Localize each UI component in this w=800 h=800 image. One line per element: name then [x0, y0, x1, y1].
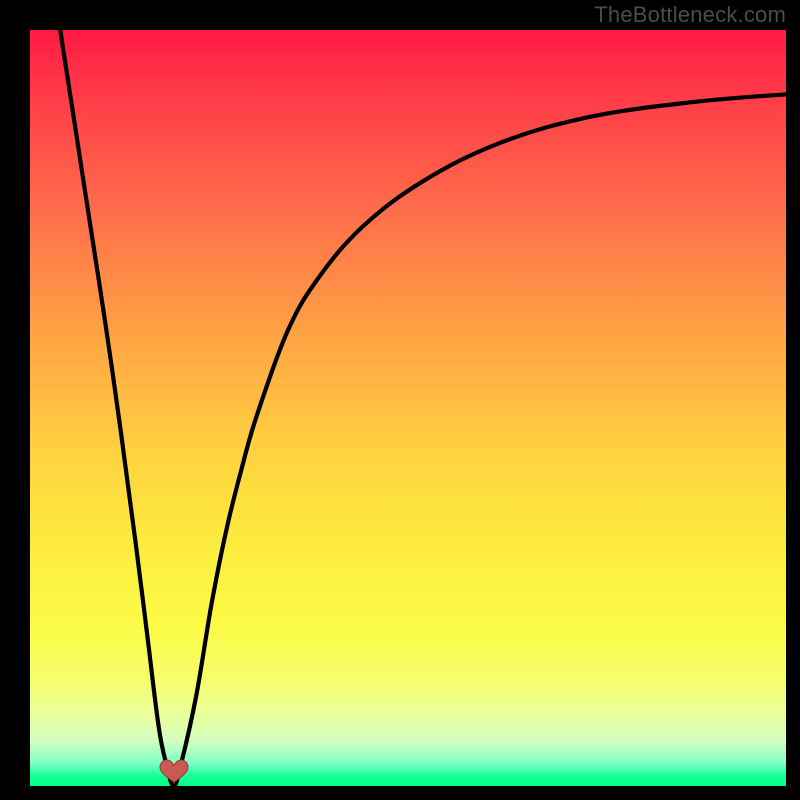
bottleneck-curve [30, 30, 786, 786]
attribution-text: TheBottleneck.com [594, 2, 786, 28]
chart-frame: TheBottleneck.com [0, 0, 800, 800]
plot-area [30, 30, 786, 786]
